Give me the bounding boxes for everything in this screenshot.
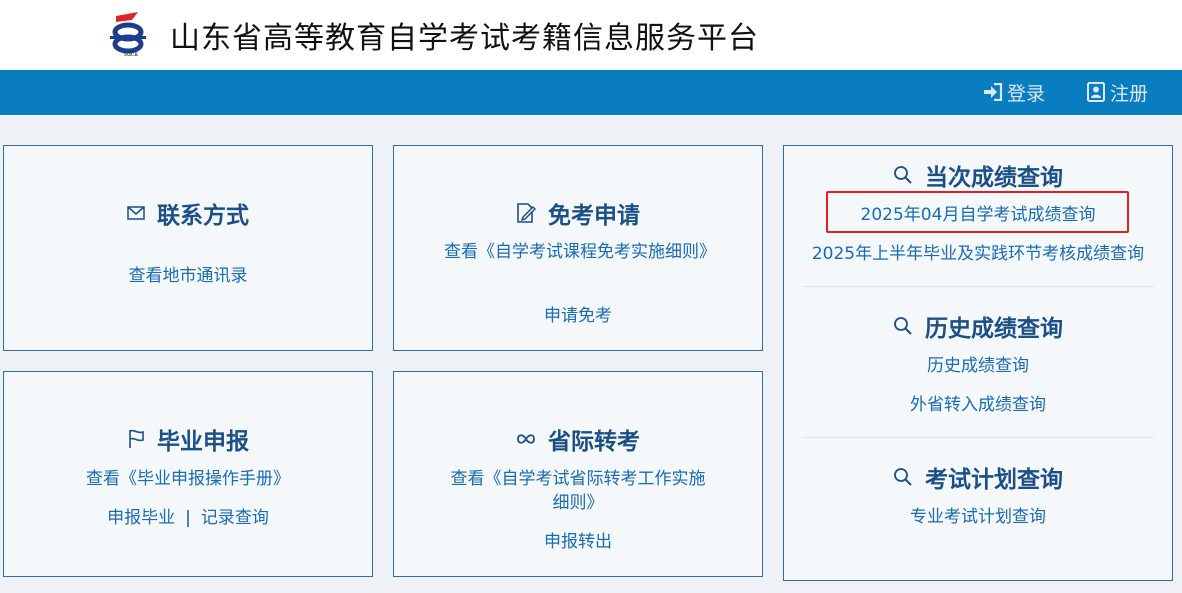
graduation-actions: 申报毕业 | 记录查询: [4, 506, 372, 530]
search-icon: [894, 317, 912, 335]
user-card-icon: [1087, 82, 1105, 102]
search-icon: [894, 166, 912, 184]
transfer-card-title: 省际转考: [394, 422, 762, 456]
transfer-title-text: 省际转考: [548, 429, 640, 455]
contact-title-text: 联系方式: [157, 203, 249, 229]
exemption-rules-link[interactable]: 查看《自学考试课程免考实施细则》: [444, 240, 716, 264]
top-navbar: 登录 注册: [0, 70, 1182, 115]
contact-card: 联系方式 查看地市通讯录: [3, 145, 373, 351]
graduation-manual-link[interactable]: 查看《毕业申报操作手册》: [4, 467, 372, 491]
current-score-link-practice[interactable]: 2025年上半年毕业及实践环节考核成绩查询: [784, 242, 1172, 266]
exemption-card: 免考申请 查看《自学考试课程免考实施细则》 申请免考: [393, 145, 763, 351]
search-icon: [894, 468, 912, 486]
current-score-title-text: 当次成绩查询: [925, 165, 1063, 191]
link-separator: |: [185, 508, 191, 528]
flag-icon: [129, 429, 144, 448]
highlight-box: [826, 191, 1129, 233]
envelope-icon: [127, 206, 145, 220]
exam-plan-title: 考试计划查询: [784, 460, 1172, 494]
current-score-title: 当次成绩查询: [784, 158, 1172, 192]
sign-in-icon: [984, 83, 1003, 101]
city-directory-link[interactable]: 查看地市通讯录: [4, 264, 372, 288]
site-header: sdck 山东省高等教育自学考试考籍信息服务平台: [0, 0, 1182, 70]
register-link[interactable]: 注册: [1086, 79, 1148, 105]
register-label: 注册: [1110, 82, 1149, 105]
major-exam-plan-link[interactable]: 专业考试计划查询: [784, 505, 1172, 529]
panel-divider: [802, 286, 1154, 287]
exemption-card-title: 免考申请: [394, 196, 762, 230]
login-label: 登录: [1007, 82, 1046, 105]
graduation-title-text: 毕业申报: [157, 429, 249, 455]
transfer-in-score-link[interactable]: 外省转入成绩查询: [784, 393, 1172, 417]
transfer-rules-link[interactable]: 查看《自学考试省际转考工作实施细则》: [444, 467, 712, 515]
history-score-title: 历史成绩查询: [784, 309, 1172, 343]
graduation-card: 毕业申报 查看《毕业申报操作手册》 申报毕业 | 记录查询: [3, 371, 373, 577]
infinity-icon: [517, 434, 535, 444]
transfer-card: 省际转考 查看《自学考试省际转考工作实施细则》 申报转出: [393, 371, 763, 577]
history-score-link[interactable]: 历史成绩查询: [784, 354, 1172, 378]
apply-graduation-link[interactable]: 申报毕业: [107, 508, 175, 528]
panel-divider: [802, 437, 1154, 438]
login-link[interactable]: 登录: [983, 79, 1045, 105]
contact-card-title: 联系方式: [4, 196, 372, 230]
history-score-title-text: 历史成绩查询: [925, 316, 1063, 342]
apply-exemption-link[interactable]: 申请免考: [394, 304, 762, 328]
exemption-title-text: 免考申请: [548, 203, 640, 229]
exam-plan-title-text: 考试计划查询: [925, 467, 1063, 493]
logo-text: sdck: [124, 51, 138, 58]
records-query-link[interactable]: 记录查询: [201, 508, 269, 528]
site-title: 山东省高等教育自学考试考籍信息服务平台: [170, 21, 759, 56]
graduation-card-title: 毕业申报: [4, 422, 372, 456]
edit-document-icon: [517, 203, 536, 223]
apply-transfer-link[interactable]: 申报转出: [394, 530, 762, 554]
